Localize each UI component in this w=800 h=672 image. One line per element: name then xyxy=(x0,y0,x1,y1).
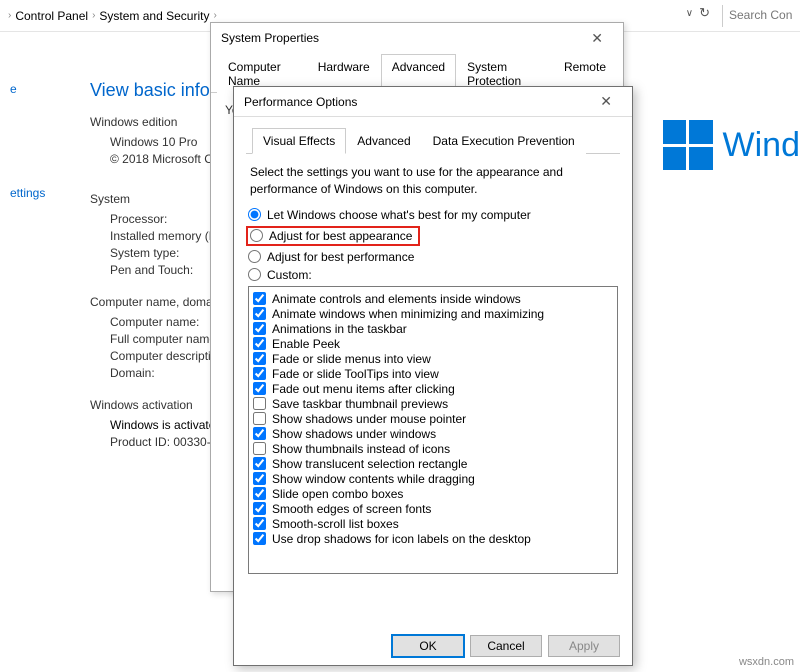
sysprops-title: System Properties xyxy=(221,31,319,45)
radio-let-windows-choose[interactable]: Let Windows choose what's best for my co… xyxy=(248,208,618,222)
search-input[interactable]: Search Con xyxy=(722,5,800,27)
checklist-item[interactable]: Save taskbar thumbnail previews xyxy=(253,397,613,411)
visual-effects-checklist[interactable]: Animate controls and elements inside win… xyxy=(248,286,618,574)
checkbox-input[interactable] xyxy=(253,292,266,305)
checklist-item[interactable]: Smooth edges of screen fonts xyxy=(253,502,613,516)
perf-titlebar[interactable]: Performance Options ✕ xyxy=(234,87,632,117)
left-nav-settings[interactable]: ettings xyxy=(10,186,80,200)
radio-input[interactable] xyxy=(250,229,263,242)
checklist-item[interactable]: Smooth-scroll list boxes xyxy=(253,517,613,531)
checkbox-input[interactable] xyxy=(253,517,266,530)
checkbox-label: Show thumbnails instead of icons xyxy=(272,442,450,456)
checkbox-input[interactable] xyxy=(253,502,266,515)
checkbox-label: Use drop shadows for icon labels on the … xyxy=(272,532,531,546)
refresh-icon[interactable]: ↻ xyxy=(699,5,710,21)
breadcrumb-control-panel[interactable]: Control Panel xyxy=(15,9,88,23)
windows-icon xyxy=(663,120,713,170)
radio-input[interactable] xyxy=(248,268,261,281)
radio-label: Let Windows choose what's best for my co… xyxy=(267,208,531,222)
checklist-item[interactable]: Show window contents while dragging xyxy=(253,472,613,486)
windows-brand-text: Wind xyxy=(723,126,800,165)
checkbox-label: Smooth edges of screen fonts xyxy=(272,502,431,516)
checkbox-input[interactable] xyxy=(253,322,266,335)
perf-tabs: Visual Effects Advanced Data Execution P… xyxy=(246,127,620,154)
checklist-item[interactable]: Animations in the taskbar xyxy=(253,322,613,336)
checkbox-input[interactable] xyxy=(253,352,266,365)
checklist-item[interactable]: Show shadows under windows xyxy=(253,427,613,441)
radio-label: Adjust for best performance xyxy=(267,250,414,264)
performance-options-dialog: Performance Options ✕ Visual Effects Adv… xyxy=(233,86,633,666)
windows-logo: Wind xyxy=(663,120,800,170)
checkbox-input[interactable] xyxy=(253,337,266,350)
checkbox-label: Show window contents while dragging xyxy=(272,472,475,486)
checkbox-label: Smooth-scroll list boxes xyxy=(272,517,399,531)
checklist-item[interactable]: Enable Peek xyxy=(253,337,613,351)
checkbox-label: Show shadows under windows xyxy=(272,427,436,441)
radio-input[interactable] xyxy=(248,208,261,221)
close-icon[interactable]: ✕ xyxy=(590,89,622,114)
checklist-item[interactable]: Fade out menu items after clicking xyxy=(253,382,613,396)
checkbox-label: Save taskbar thumbnail previews xyxy=(272,397,448,411)
chevron-right-icon: › xyxy=(213,10,216,21)
radio-best-appearance[interactable]: Adjust for best appearance xyxy=(250,229,412,243)
checklist-item[interactable]: Show thumbnails instead of icons xyxy=(253,442,613,456)
checkbox-label: Fade or slide menus into view xyxy=(272,352,431,366)
apply-button[interactable]: Apply xyxy=(548,635,620,657)
tab-visual-effects[interactable]: Visual Effects xyxy=(252,128,346,154)
checkbox-label: Show translucent selection rectangle xyxy=(272,457,467,471)
address-controls: ∨ ↻ xyxy=(686,5,710,21)
sysprops-titlebar[interactable]: System Properties ✕ xyxy=(211,23,623,53)
checkbox-input[interactable] xyxy=(253,487,266,500)
watermark: wsxdn.com xyxy=(739,656,794,668)
dialog-buttons: OK Cancel Apply xyxy=(392,635,620,657)
checkbox-label: Show shadows under mouse pointer xyxy=(272,412,466,426)
checkbox-input[interactable] xyxy=(253,412,266,425)
left-nav-truncated[interactable]: e xyxy=(10,82,80,96)
dropdown-icon[interactable]: ∨ xyxy=(686,8,693,19)
tab-dep[interactable]: Data Execution Prevention xyxy=(422,128,586,154)
tab-advanced[interactable]: Advanced xyxy=(346,128,421,154)
chevron-right-icon: › xyxy=(92,10,95,21)
checkbox-label: Fade out menu items after clicking xyxy=(272,382,455,396)
chevron-right-icon: › xyxy=(8,10,11,21)
checkbox-label: Animations in the taskbar xyxy=(272,322,407,336)
checklist-item[interactable]: Show translucent selection rectangle xyxy=(253,457,613,471)
checkbox-input[interactable] xyxy=(253,442,266,455)
highlighted-option: Adjust for best appearance xyxy=(246,226,420,246)
perf-description: Select the settings you want to use for … xyxy=(250,164,616,198)
checkbox-input[interactable] xyxy=(253,532,266,545)
checklist-item[interactable]: Animate controls and elements inside win… xyxy=(253,292,613,306)
checkbox-input[interactable] xyxy=(253,472,266,485)
checkbox-input[interactable] xyxy=(253,397,266,410)
checkbox-input[interactable] xyxy=(253,382,266,395)
radio-custom[interactable]: Custom: xyxy=(248,268,618,282)
checklist-item[interactable]: Fade or slide ToolTips into view xyxy=(253,367,613,381)
checkbox-label: Animate controls and elements inside win… xyxy=(272,292,521,306)
checkbox-input[interactable] xyxy=(253,427,266,440)
radio-label: Adjust for best appearance xyxy=(269,229,412,243)
checkbox-label: Slide open combo boxes xyxy=(272,487,403,501)
checkbox-label: Animate windows when minimizing and maxi… xyxy=(272,307,544,321)
radio-input[interactable] xyxy=(248,250,261,263)
ok-button[interactable]: OK xyxy=(392,635,464,657)
perf-title: Performance Options xyxy=(244,95,357,109)
breadcrumb-system-security[interactable]: System and Security xyxy=(99,9,209,23)
checkbox-input[interactable] xyxy=(253,367,266,380)
left-nav: e ettings xyxy=(0,50,90,204)
checklist-item[interactable]: Slide open combo boxes xyxy=(253,487,613,501)
checklist-item[interactable]: Use drop shadows for icon labels on the … xyxy=(253,532,613,546)
checklist-item[interactable]: Animate windows when minimizing and maxi… xyxy=(253,307,613,321)
checklist-item[interactable]: Show shadows under mouse pointer xyxy=(253,412,613,426)
close-icon[interactable]: ✕ xyxy=(581,26,613,51)
radio-best-performance[interactable]: Adjust for best performance xyxy=(248,250,618,264)
radio-label: Custom: xyxy=(267,268,312,282)
checkbox-input[interactable] xyxy=(253,457,266,470)
checklist-item[interactable]: Fade or slide menus into view xyxy=(253,352,613,366)
checkbox-input[interactable] xyxy=(253,307,266,320)
cancel-button[interactable]: Cancel xyxy=(470,635,542,657)
checkbox-label: Enable Peek xyxy=(272,337,340,351)
checkbox-label: Fade or slide ToolTips into view xyxy=(272,367,439,381)
